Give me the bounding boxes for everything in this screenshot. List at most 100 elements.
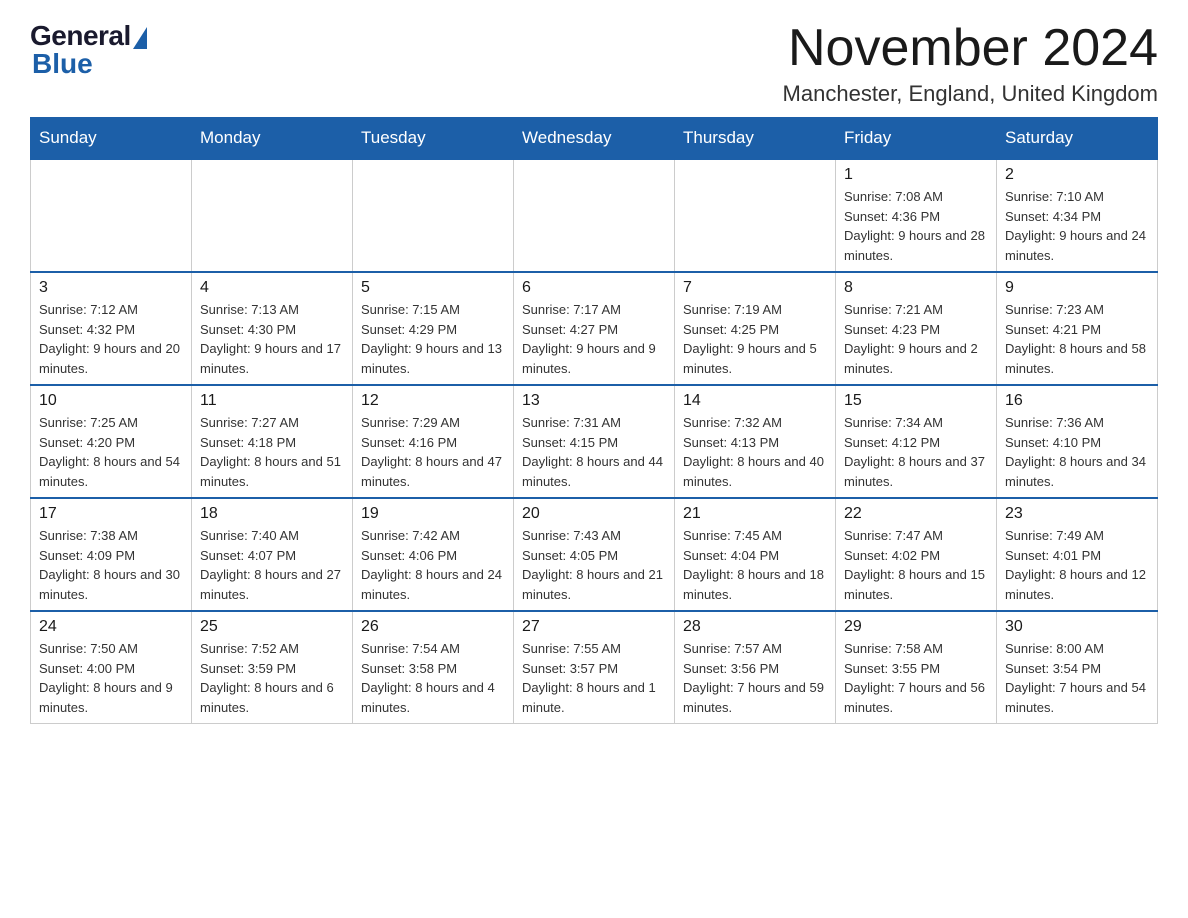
day-number: 8 bbox=[844, 279, 988, 297]
day-info: Sunrise: 7:23 AM Sunset: 4:21 PM Dayligh… bbox=[1005, 300, 1149, 378]
day-number: 3 bbox=[39, 279, 183, 297]
day-info: Sunrise: 7:08 AM Sunset: 4:36 PM Dayligh… bbox=[844, 187, 988, 265]
calendar-cell bbox=[192, 159, 353, 272]
day-of-week-wednesday: Wednesday bbox=[514, 118, 675, 160]
day-number: 10 bbox=[39, 392, 183, 410]
day-info: Sunrise: 7:36 AM Sunset: 4:10 PM Dayligh… bbox=[1005, 413, 1149, 491]
title-section: November 2024 Manchester, England, Unite… bbox=[783, 20, 1158, 107]
day-info: Sunrise: 7:52 AM Sunset: 3:59 PM Dayligh… bbox=[200, 639, 344, 717]
calendar-cell: 4 Sunrise: 7:13 AM Sunset: 4:30 PM Daylig… bbox=[192, 272, 353, 385]
day-info: Sunrise: 7:49 AM Sunset: 4:01 PM Dayligh… bbox=[1005, 526, 1149, 604]
day-info: Sunrise: 7:45 AM Sunset: 4:04 PM Dayligh… bbox=[683, 526, 827, 604]
day-number: 13 bbox=[522, 392, 666, 410]
calendar-cell: 1 Sunrise: 7:08 AM Sunset: 4:36 PM Daylig… bbox=[836, 159, 997, 272]
day-info: Sunrise: 7:10 AM Sunset: 4:34 PM Dayligh… bbox=[1005, 187, 1149, 265]
day-info: Sunrise: 7:13 AM Sunset: 4:30 PM Dayligh… bbox=[200, 300, 344, 378]
day-info: Sunrise: 7:57 AM Sunset: 3:56 PM Dayligh… bbox=[683, 639, 827, 717]
day-info: Sunrise: 7:12 AM Sunset: 4:32 PM Dayligh… bbox=[39, 300, 183, 378]
month-title: November 2024 bbox=[783, 20, 1158, 77]
calendar-cell bbox=[675, 159, 836, 272]
day-number: 2 bbox=[1005, 166, 1149, 184]
day-info: Sunrise: 7:31 AM Sunset: 4:15 PM Dayligh… bbox=[522, 413, 666, 491]
day-info: Sunrise: 7:29 AM Sunset: 4:16 PM Dayligh… bbox=[361, 413, 505, 491]
calendar-cell: 5 Sunrise: 7:15 AM Sunset: 4:29 PM Daylig… bbox=[353, 272, 514, 385]
calendar-cell: 26 Sunrise: 7:54 AM Sunset: 3:58 PM Dayli… bbox=[353, 611, 514, 724]
calendar-cell: 29Sunrise: 7:58 AM Sunset: 3:55 PM Dayli… bbox=[836, 611, 997, 724]
calendar-cell: 23 Sunrise: 7:49 AM Sunset: 4:01 PM Dayli… bbox=[997, 498, 1158, 611]
calendar-cell: 25 Sunrise: 7:52 AM Sunset: 3:59 PM Dayli… bbox=[192, 611, 353, 724]
day-info: Sunrise: 7:15 AM Sunset: 4:29 PM Dayligh… bbox=[361, 300, 505, 378]
calendar-cell: 18Sunrise: 7:40 AM Sunset: 4:07 PM Dayli… bbox=[192, 498, 353, 611]
location-text: Manchester, England, United Kingdom bbox=[783, 81, 1158, 107]
day-number: 7 bbox=[683, 279, 827, 297]
day-info: Sunrise: 8:00 AM Sunset: 3:54 PM Dayligh… bbox=[1005, 639, 1149, 717]
day-info: Sunrise: 7:32 AM Sunset: 4:13 PM Dayligh… bbox=[683, 413, 827, 491]
page-header: General Blue November 2024 Manchester, E… bbox=[30, 20, 1158, 107]
calendar-cell bbox=[514, 159, 675, 272]
day-info: Sunrise: 7:25 AM Sunset: 4:20 PM Dayligh… bbox=[39, 413, 183, 491]
calendar-cell: 15 Sunrise: 7:34 AM Sunset: 4:12 PM Dayli… bbox=[836, 385, 997, 498]
calendar-cell: 2 Sunrise: 7:10 AM Sunset: 4:34 PM Daylig… bbox=[997, 159, 1158, 272]
day-of-week-tuesday: Tuesday bbox=[353, 118, 514, 160]
day-of-week-monday: Monday bbox=[192, 118, 353, 160]
day-number: 24 bbox=[39, 618, 183, 636]
logo-blue-text: Blue bbox=[32, 48, 93, 80]
day-info: Sunrise: 7:47 AM Sunset: 4:02 PM Dayligh… bbox=[844, 526, 988, 604]
day-number: 27 bbox=[522, 618, 666, 636]
day-number: 29 bbox=[844, 618, 988, 636]
day-number: 25 bbox=[200, 618, 344, 636]
day-info: Sunrise: 7:21 AM Sunset: 4:23 PM Dayligh… bbox=[844, 300, 988, 378]
day-number: 16 bbox=[1005, 392, 1149, 410]
calendar-week-row: 24Sunrise: 7:50 AM Sunset: 4:00 PM Dayli… bbox=[31, 611, 1158, 724]
calendar-cell: 7Sunrise: 7:19 AM Sunset: 4:25 PM Daylig… bbox=[675, 272, 836, 385]
calendar-cell: 10 Sunrise: 7:25 AM Sunset: 4:20 PM Dayli… bbox=[31, 385, 192, 498]
day-info: Sunrise: 7:17 AM Sunset: 4:27 PM Dayligh… bbox=[522, 300, 666, 378]
day-number: 5 bbox=[361, 279, 505, 297]
calendar-cell: 3 Sunrise: 7:12 AM Sunset: 4:32 PM Daylig… bbox=[31, 272, 192, 385]
calendar-cell: 27 Sunrise: 7:55 AM Sunset: 3:57 PM Dayli… bbox=[514, 611, 675, 724]
day-info: Sunrise: 7:54 AM Sunset: 3:58 PM Dayligh… bbox=[361, 639, 505, 717]
day-info: Sunrise: 7:55 AM Sunset: 3:57 PM Dayligh… bbox=[522, 639, 666, 717]
day-number: 26 bbox=[361, 618, 505, 636]
calendar-cell: 20Sunrise: 7:43 AM Sunset: 4:05 PM Dayli… bbox=[514, 498, 675, 611]
day-number: 6 bbox=[522, 279, 666, 297]
day-number: 11 bbox=[200, 392, 344, 410]
logo: General Blue bbox=[30, 20, 147, 80]
calendar-cell: 19 Sunrise: 7:42 AM Sunset: 4:06 PM Dayli… bbox=[353, 498, 514, 611]
calendar-cell: 17Sunrise: 7:38 AM Sunset: 4:09 PM Dayli… bbox=[31, 498, 192, 611]
day-number: 22 bbox=[844, 505, 988, 523]
day-info: Sunrise: 7:43 AM Sunset: 4:05 PM Dayligh… bbox=[522, 526, 666, 604]
day-info: Sunrise: 7:34 AM Sunset: 4:12 PM Dayligh… bbox=[844, 413, 988, 491]
day-number: 28 bbox=[683, 618, 827, 636]
day-number: 12 bbox=[361, 392, 505, 410]
day-of-week-friday: Friday bbox=[836, 118, 997, 160]
day-number: 23 bbox=[1005, 505, 1149, 523]
calendar-week-row: 17Sunrise: 7:38 AM Sunset: 4:09 PM Dayli… bbox=[31, 498, 1158, 611]
day-of-week-saturday: Saturday bbox=[997, 118, 1158, 160]
calendar-cell: 21 Sunrise: 7:45 AM Sunset: 4:04 PM Dayli… bbox=[675, 498, 836, 611]
day-number: 14 bbox=[683, 392, 827, 410]
calendar-cell: 28 Sunrise: 7:57 AM Sunset: 3:56 PM Dayli… bbox=[675, 611, 836, 724]
day-number: 4 bbox=[200, 279, 344, 297]
calendar-cell: 9Sunrise: 7:23 AM Sunset: 4:21 PM Daylig… bbox=[997, 272, 1158, 385]
day-number: 15 bbox=[844, 392, 988, 410]
day-number: 1 bbox=[844, 166, 988, 184]
day-number: 21 bbox=[683, 505, 827, 523]
day-number: 19 bbox=[361, 505, 505, 523]
calendar-cell: 24Sunrise: 7:50 AM Sunset: 4:00 PM Dayli… bbox=[31, 611, 192, 724]
calendar-cell: 16 Sunrise: 7:36 AM Sunset: 4:10 PM Dayli… bbox=[997, 385, 1158, 498]
day-info: Sunrise: 7:27 AM Sunset: 4:18 PM Dayligh… bbox=[200, 413, 344, 491]
day-info: Sunrise: 7:42 AM Sunset: 4:06 PM Dayligh… bbox=[361, 526, 505, 604]
calendar-header-row: SundayMondayTuesdayWednesdayThursdayFrid… bbox=[31, 118, 1158, 160]
calendar-cell: 30Sunrise: 8:00 AM Sunset: 3:54 PM Dayli… bbox=[997, 611, 1158, 724]
calendar-cell bbox=[31, 159, 192, 272]
calendar-week-row: 1 Sunrise: 7:08 AM Sunset: 4:36 PM Daylig… bbox=[31, 159, 1158, 272]
day-info: Sunrise: 7:40 AM Sunset: 4:07 PM Dayligh… bbox=[200, 526, 344, 604]
day-number: 17 bbox=[39, 505, 183, 523]
calendar-week-row: 3 Sunrise: 7:12 AM Sunset: 4:32 PM Daylig… bbox=[31, 272, 1158, 385]
calendar-cell: 12 Sunrise: 7:29 AM Sunset: 4:16 PM Dayli… bbox=[353, 385, 514, 498]
calendar-cell: 8 Sunrise: 7:21 AM Sunset: 4:23 PM Daylig… bbox=[836, 272, 997, 385]
calendar-week-row: 10 Sunrise: 7:25 AM Sunset: 4:20 PM Dayli… bbox=[31, 385, 1158, 498]
calendar-cell: 14 Sunrise: 7:32 AM Sunset: 4:13 PM Dayli… bbox=[675, 385, 836, 498]
calendar-cell bbox=[353, 159, 514, 272]
